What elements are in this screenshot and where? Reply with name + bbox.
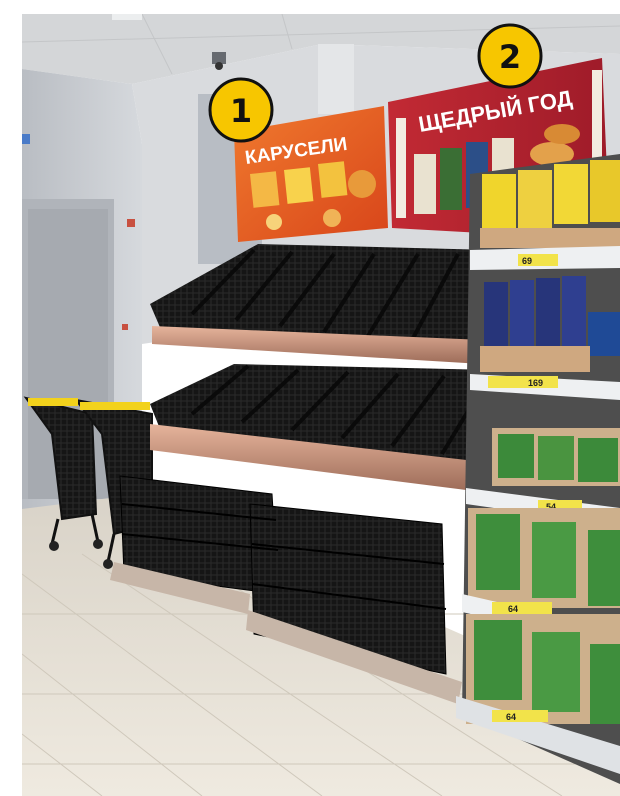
price-tag-5-value: 64 <box>506 712 516 722</box>
green-packs-row2 <box>468 508 620 608</box>
marker-1: 1 <box>208 77 274 143</box>
price-tag-2 <box>488 376 558 388</box>
marker-2-label: 2 <box>499 38 521 76</box>
price-tag-4 <box>492 602 552 614</box>
green-packs-row1 <box>492 428 620 486</box>
price-tag-2-value: 169 <box>528 378 543 388</box>
price-tag-5 <box>492 710 548 722</box>
gondola-shelving: 69 169 54 64 64 <box>456 154 620 784</box>
price-tag-4-value: 64 <box>508 604 518 614</box>
marker-2: 2 <box>477 23 543 89</box>
marker-1-label: 1 <box>230 92 252 130</box>
price-tag-1-value: 69 <box>522 256 532 266</box>
store-photo: КАРУСЕЛИ ЩЕДРЫЙ ГОД 69 169 54 64 64 1 2 <box>22 14 620 796</box>
